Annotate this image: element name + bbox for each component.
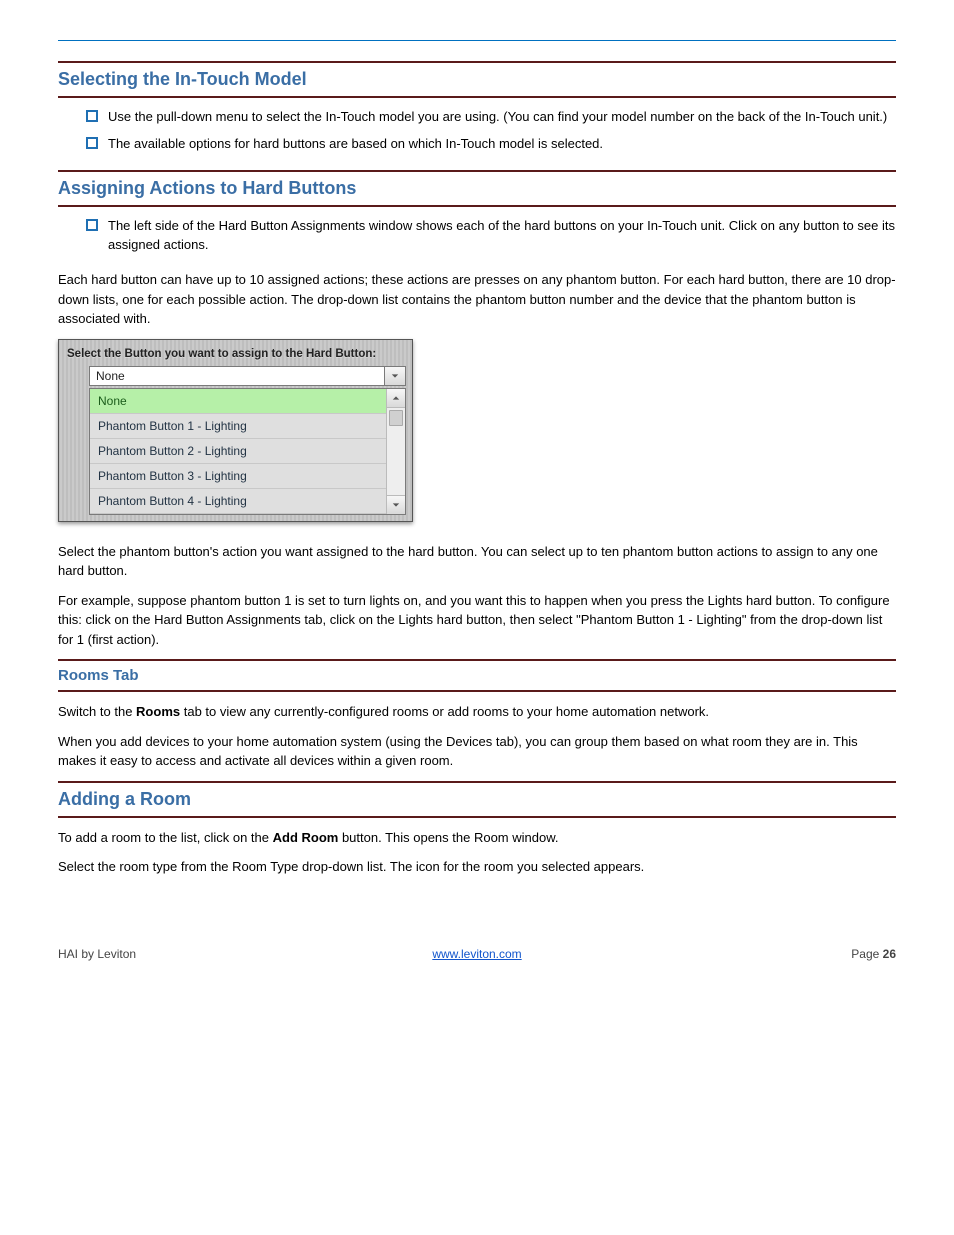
list-item-text: Use the pull-down menu to select the In-… bbox=[108, 108, 896, 127]
phantom-button-option[interactable]: Phantom Button 2 - Lighting bbox=[90, 439, 386, 464]
section-divider bbox=[58, 96, 896, 98]
phantom-button-option[interactable]: Phantom Button 1 - Lighting bbox=[90, 414, 386, 439]
scroll-thumb[interactable] bbox=[389, 410, 403, 426]
phantom-button-option[interactable]: Phantom Button 3 - Lighting bbox=[90, 464, 386, 489]
text-run: To add a room to the list, click on the bbox=[58, 830, 273, 845]
section-divider bbox=[58, 205, 896, 207]
add-room-button-name: Add Room bbox=[273, 830, 339, 845]
chevron-down-icon bbox=[391, 372, 399, 380]
chevron-up-icon bbox=[392, 394, 400, 402]
rooms-paragraph-2: When you add devices to your home automa… bbox=[58, 732, 896, 771]
screenshot-label: Select the Button you want to assign to … bbox=[65, 346, 406, 366]
phantom-button-select[interactable]: None bbox=[89, 366, 385, 386]
assign-paragraph-example: For example, suppose phantom button 1 is… bbox=[58, 591, 896, 650]
phantom-button-option[interactable]: None bbox=[90, 389, 386, 414]
footer-link[interactable]: www.leviton.com bbox=[432, 947, 521, 961]
top-divider bbox=[58, 40, 896, 41]
section-divider bbox=[58, 659, 896, 661]
square-bullet-icon bbox=[86, 137, 98, 149]
assign-paragraph-2: Select the phantom button's action you w… bbox=[58, 542, 896, 581]
scroll-up-button[interactable] bbox=[387, 389, 405, 408]
add-room-paragraph-1: To add a room to the list, click on the … bbox=[58, 828, 896, 848]
list-item-text: The available options for hard buttons a… bbox=[108, 135, 896, 154]
text-run: tab to view any currently-configured roo… bbox=[180, 704, 709, 719]
text-run: Switch to the bbox=[58, 704, 136, 719]
square-bullet-icon bbox=[86, 110, 98, 122]
section-title-intouch-model: Selecting the In-Touch Model bbox=[58, 69, 896, 90]
intouch-bullet-list: Use the pull-down menu to select the In-… bbox=[58, 108, 896, 154]
rooms-paragraph-1: Switch to the Rooms tab to view any curr… bbox=[58, 702, 896, 722]
add-room-paragraph-2: Select the room type from the Room Type … bbox=[58, 857, 896, 877]
scroll-down-button[interactable] bbox=[387, 495, 405, 514]
chevron-down-icon bbox=[392, 501, 400, 509]
dropdown-toggle-button[interactable] bbox=[385, 366, 406, 386]
footer-center: www.leviton.com bbox=[0, 947, 954, 961]
list-item-text: The left side of the Hard Button Assignm… bbox=[108, 217, 896, 255]
list-item: The left side of the Hard Button Assignm… bbox=[86, 217, 896, 255]
page-footer: HAI by Leviton www.leviton.com Page 26 bbox=[58, 947, 896, 961]
text-run: button. This opens the Room window. bbox=[338, 830, 558, 845]
section-divider bbox=[58, 61, 896, 63]
rooms-tab-name: Rooms bbox=[136, 704, 180, 719]
assign-paragraph-1: Each hard button can have up to 10 assig… bbox=[58, 270, 896, 329]
section-title-adding-room: Adding a Room bbox=[58, 789, 896, 810]
section-divider bbox=[58, 816, 896, 818]
list-item: The available options for hard buttons a… bbox=[86, 135, 896, 154]
section-title-assign-actions: Assigning Actions to Hard Buttons bbox=[58, 178, 896, 199]
list-item: Use the pull-down menu to select the In-… bbox=[86, 108, 896, 127]
phantom-button-option-list: None Phantom Button 1 - Lighting Phantom… bbox=[89, 388, 406, 515]
section-divider bbox=[58, 170, 896, 172]
option-list-scrollbar[interactable] bbox=[386, 389, 405, 514]
square-bullet-icon bbox=[86, 219, 98, 231]
section-divider bbox=[58, 690, 896, 692]
section-title-rooms-tab: Rooms Tab bbox=[58, 667, 896, 684]
section-divider bbox=[58, 781, 896, 783]
assign-bullet-list: The left side of the Hard Button Assignm… bbox=[58, 217, 896, 255]
hard-button-select-screenshot: Select the Button you want to assign to … bbox=[58, 339, 413, 522]
phantom-button-option[interactable]: Phantom Button 4 - Lighting bbox=[90, 489, 386, 514]
